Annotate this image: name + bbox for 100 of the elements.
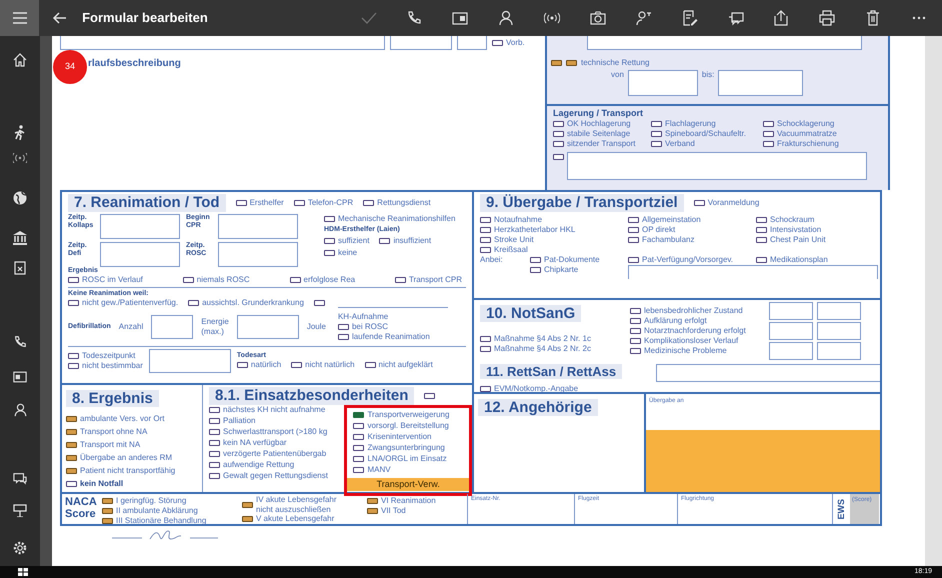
input-field[interactable] — [817, 342, 861, 360]
input-field[interactable] — [457, 36, 487, 50]
checkbox[interactable] — [756, 237, 767, 243]
input-field[interactable] — [148, 349, 231, 373]
input-field[interactable] — [817, 302, 861, 320]
checkbox[interactable] — [209, 407, 220, 413]
checkbox[interactable] — [553, 154, 564, 160]
checkbox[interactable] — [209, 429, 220, 435]
checkbox[interactable] — [651, 141, 662, 147]
checkbox[interactable] — [68, 353, 79, 359]
input-field[interactable] — [769, 302, 813, 320]
checkbox[interactable] — [480, 227, 491, 233]
input-field[interactable] — [100, 214, 180, 239]
input-field[interactable] — [769, 322, 813, 340]
checkbox[interactable] — [566, 60, 577, 66]
checkbox[interactable] — [480, 237, 491, 243]
checkbox[interactable] — [480, 247, 491, 253]
checkbox[interactable] — [188, 300, 200, 306]
checkbox[interactable] — [324, 250, 335, 256]
checkbox[interactable] — [68, 277, 79, 283]
checkbox[interactable] — [480, 386, 491, 392]
checkbox[interactable] — [364, 362, 376, 368]
checkbox[interactable] — [379, 238, 390, 244]
checkbox[interactable] — [209, 451, 220, 457]
checkbox[interactable] — [353, 423, 364, 429]
checkbox[interactable] — [66, 455, 77, 461]
checkbox[interactable] — [66, 416, 77, 422]
input-field[interactable] — [567, 152, 867, 180]
checkbox[interactable] — [66, 429, 77, 435]
checkbox[interactable] — [628, 227, 639, 233]
checkbox[interactable] — [424, 393, 436, 399]
checkbox[interactable] — [628, 237, 639, 243]
checkbox[interactable] — [630, 348, 641, 354]
checkbox[interactable] — [630, 318, 641, 324]
checkbox[interactable] — [492, 40, 503, 46]
checkbox[interactable] — [630, 308, 641, 314]
checkbox[interactable] — [763, 131, 774, 137]
checkbox[interactable] — [294, 200, 305, 206]
input-field[interactable] — [218, 214, 298, 239]
checkbox[interactable] — [236, 200, 247, 206]
checkbox[interactable] — [553, 131, 564, 137]
input-field[interactable] — [628, 265, 878, 279]
checkbox[interactable] — [353, 434, 364, 440]
checkbox[interactable] — [480, 217, 491, 223]
checkbox[interactable] — [353, 467, 364, 473]
checkbox[interactable] — [338, 334, 349, 340]
checkbox[interactable] — [551, 60, 562, 66]
checkbox[interactable] — [553, 141, 564, 147]
checkbox[interactable] — [66, 468, 77, 474]
checkbox[interactable] — [182, 277, 194, 283]
checkbox[interactable] — [756, 257, 767, 263]
checkbox[interactable] — [324, 216, 335, 222]
checkbox[interactable] — [553, 121, 564, 127]
checkbox[interactable] — [651, 121, 662, 127]
checkbox[interactable] — [291, 362, 302, 368]
input-field[interactable] — [628, 70, 698, 96]
checkbox[interactable] — [756, 227, 767, 233]
input-field[interactable] — [769, 342, 813, 360]
checkbox[interactable] — [209, 473, 220, 479]
menu-icon[interactable] — [0, 0, 40, 36]
input-field[interactable] — [100, 242, 180, 267]
input-field[interactable] — [718, 70, 804, 96]
input-field[interactable] — [218, 242, 298, 267]
checkbox[interactable] — [628, 217, 639, 223]
checkbox[interactable] — [628, 257, 639, 263]
checkbox[interactable] — [68, 363, 79, 369]
input-field[interactable] — [587, 36, 862, 50]
checkbox[interactable] — [66, 442, 77, 448]
input-field[interactable] — [60, 36, 385, 50]
checkbox[interactable] — [763, 121, 774, 127]
checkbox[interactable] — [480, 346, 491, 352]
checkbox[interactable] — [209, 418, 220, 424]
checkbox[interactable] — [353, 412, 364, 418]
checkbox[interactable] — [630, 338, 641, 344]
checkbox[interactable] — [530, 257, 541, 263]
checkbox[interactable] — [236, 362, 248, 368]
input-field[interactable] — [151, 315, 194, 339]
checkbox[interactable] — [651, 131, 662, 137]
checkbox[interactable] — [324, 238, 335, 244]
checkbox[interactable] — [363, 200, 374, 206]
checkbox[interactable] — [68, 300, 79, 306]
checkbox[interactable] — [353, 456, 364, 462]
checkbox[interactable] — [66, 481, 77, 487]
checkbox[interactable] — [314, 300, 325, 306]
checkbox[interactable] — [480, 336, 491, 342]
input-field[interactable] — [656, 364, 880, 382]
checkbox[interactable] — [630, 328, 641, 334]
checkbox[interactable] — [209, 440, 220, 446]
input-field[interactable] — [817, 322, 861, 340]
checkbox[interactable] — [209, 462, 220, 468]
checkbox[interactable] — [763, 141, 774, 147]
input-field[interactable] — [390, 36, 452, 50]
windows-logo-icon[interactable] — [18, 567, 28, 577]
checkbox[interactable] — [756, 217, 767, 223]
input-field[interactable] — [236, 315, 299, 339]
checkbox[interactable] — [290, 277, 300, 283]
checkbox[interactable] — [394, 277, 406, 283]
checkbox[interactable] — [530, 267, 541, 273]
checkbox[interactable] — [694, 200, 705, 206]
checkbox[interactable] — [353, 445, 364, 451]
